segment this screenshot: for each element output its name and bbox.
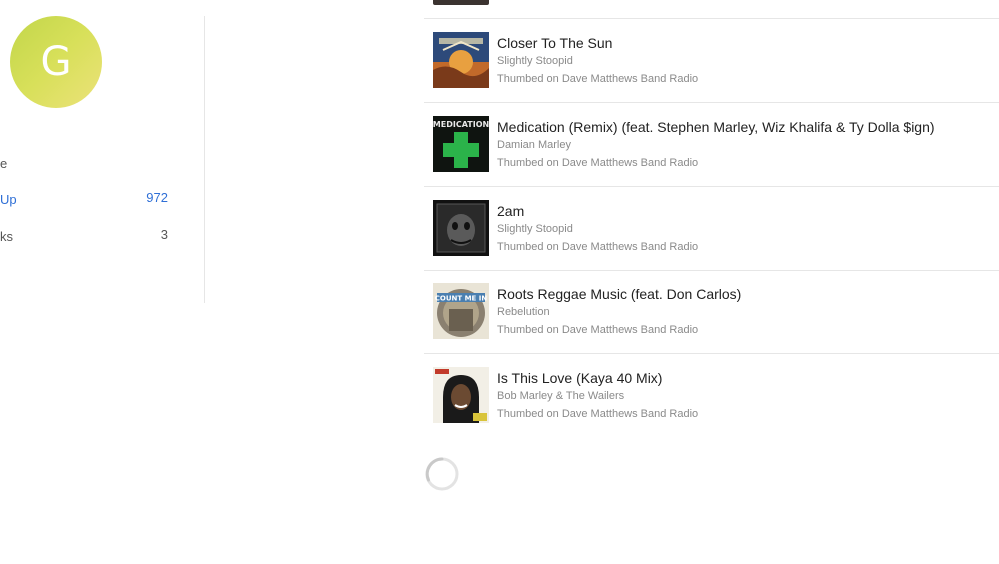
album-art-medication[interactable]: MEDICATION — [433, 116, 489, 172]
album-art-text: MEDICATION — [433, 120, 489, 129]
page: G e Up 972 ks 3 Closer To The Sun Slight… — [0, 0, 999, 564]
track-artist[interactable]: Slightly Stoopid — [497, 54, 987, 68]
track-meta: Thumbed on Dave Matthews Band Radio — [497, 241, 699, 253]
album-art-text: COUNT ME IN — [435, 295, 488, 303]
partial-album-art — [433, 0, 489, 5]
sidebar-divider — [204, 16, 205, 303]
album-art-closer-to-the-sun[interactable] — [433, 32, 489, 88]
nav-item-label: e — [0, 156, 8, 171]
track-meta: Thumbed on Dave Matthews Band Radio — [497, 73, 699, 85]
track-title[interactable]: Roots Reggae Music (feat. Don Carlos) — [497, 286, 987, 303]
album-art-roots-reggae-music[interactable]: COUNT ME IN — [433, 283, 489, 339]
track-meta: Thumbed on Dave Matthews Band Radio — [497, 408, 699, 420]
track-title[interactable]: 2am — [497, 203, 987, 220]
track-artist[interactable]: Rebelution — [497, 305, 987, 319]
nav-item-thumbs-up[interactable]: Up 972 — [0, 190, 170, 210]
track-row[interactable]: MEDICATION Medication (Remix) (feat. Ste… — [424, 103, 999, 187]
track-row[interactable]: Closer To The Sun Slightly Stoopid Thumb… — [424, 19, 999, 103]
album-art-2am[interactable] — [433, 200, 489, 256]
track-title[interactable]: Is This Love (Kaya 40 Mix) — [497, 370, 987, 387]
track-artist[interactable]: Damian Marley — [497, 138, 987, 152]
track-artist[interactable]: Slightly Stoopid — [497, 222, 987, 236]
track-meta: Thumbed on Dave Matthews Band Radio — [497, 157, 699, 169]
nav-item-label: ks — [0, 229, 13, 244]
track-row[interactable]: COUNT ME IN Roots Reggae Music (feat. Do… — [424, 270, 999, 354]
loading-spinner-icon — [424, 456, 460, 492]
track-title[interactable]: Closer To The Sun — [497, 35, 987, 52]
track-row[interactable]: Is This Love (Kaya 40 Mix) Bob Marley & … — [424, 354, 999, 438]
nav-item-count: 972 — [146, 190, 168, 205]
track-artist[interactable]: Bob Marley & The Wailers — [497, 389, 987, 403]
track-title[interactable]: Medication (Remix) (feat. Stephen Marley… — [497, 119, 987, 136]
track-meta: Thumbed on Dave Matthews Band Radio — [497, 324, 699, 336]
nav-item-label: Up — [0, 192, 17, 207]
track-row[interactable]: 2am Slightly Stoopid Thumbed on Dave Mat… — [424, 187, 999, 271]
album-art-is-this-love[interactable] — [433, 367, 489, 423]
nav-item-count: 3 — [160, 227, 168, 242]
nav-item-1[interactable]: e — [0, 154, 170, 174]
nav-item-bookmarks[interactable]: ks 3 — [0, 227, 170, 247]
user-avatar[interactable]: G — [10, 16, 102, 108]
